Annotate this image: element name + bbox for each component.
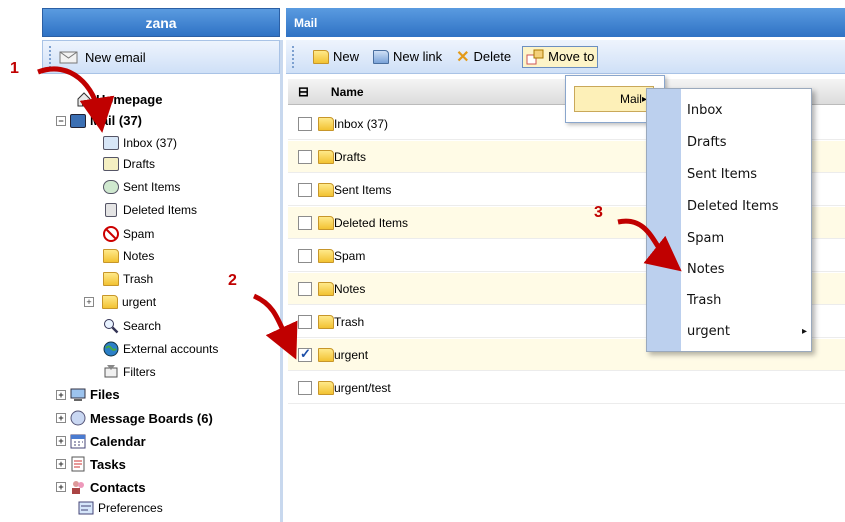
callout-3: 3 [594,204,603,221]
callout-2: 2 [228,272,237,289]
callout-arrows [37,66,682,360]
arrow-1-icon [37,66,115,133]
arrow-3-icon [617,218,682,272]
arrow-2-icon [252,293,298,360]
